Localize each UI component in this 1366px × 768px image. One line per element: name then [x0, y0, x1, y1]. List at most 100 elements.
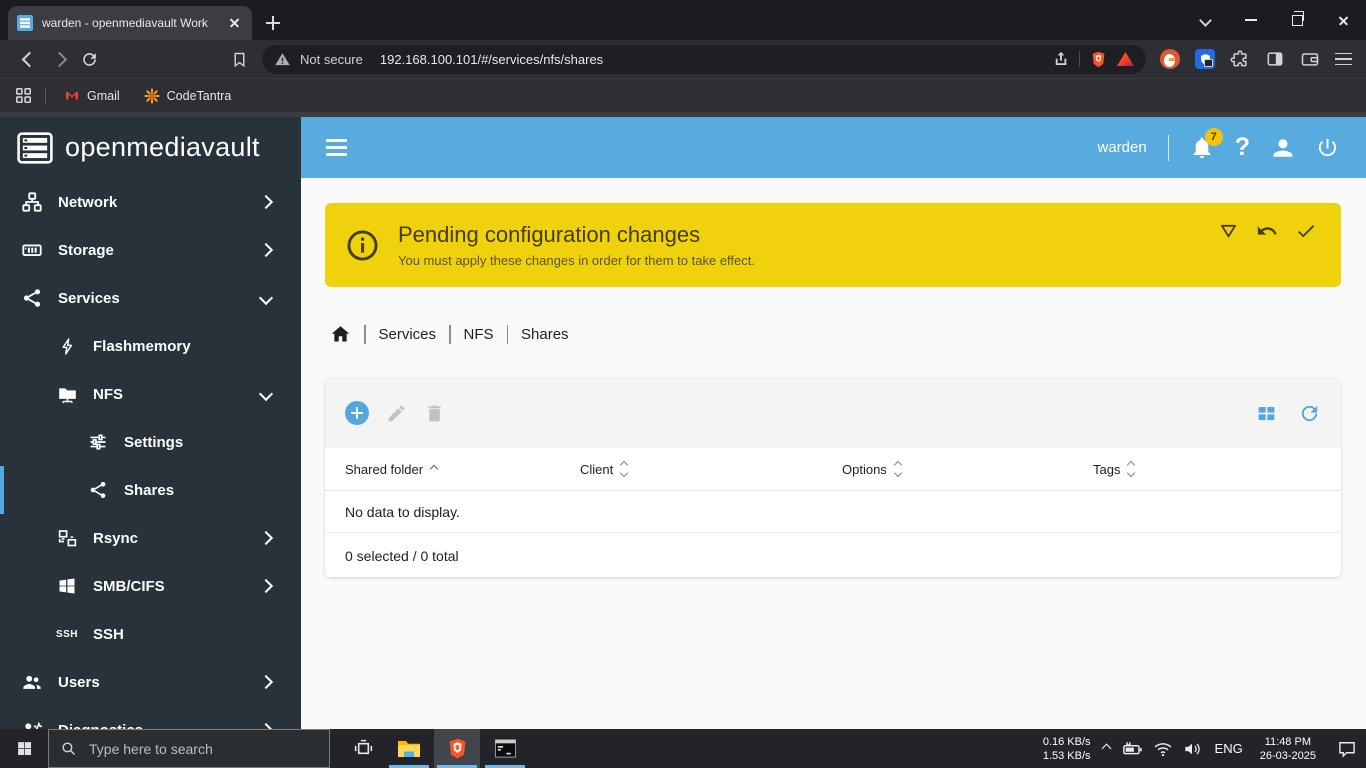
- share-page-icon[interactable]: [1052, 50, 1070, 68]
- sidebar-item-nfs-shares[interactable]: Shares: [0, 466, 301, 514]
- notifications-button[interactable]: 7: [1190, 127, 1223, 160]
- bookmark-icon[interactable]: [224, 51, 254, 68]
- home-icon[interactable]: [330, 324, 351, 345]
- privacy-shield-extension-icon[interactable]: [1195, 49, 1215, 69]
- column-header-tags[interactable]: Tags: [1093, 460, 1341, 478]
- help-icon[interactable]: ?: [1235, 135, 1250, 160]
- url-bar[interactable]: Not secure 192.168.100.101/#/services/nf…: [262, 44, 1146, 74]
- breadcrumb-services[interactable]: Services: [379, 326, 437, 343]
- bookmarks-separator: [45, 86, 46, 105]
- back-icon[interactable]: [14, 51, 44, 67]
- sidebar-item-users[interactable]: Users: [0, 658, 301, 706]
- sidebar: openmediavault Network Storage Services …: [0, 117, 301, 729]
- sidebar-item-nfs-settings[interactable]: Settings: [0, 418, 301, 466]
- new-tab-button[interactable]: [260, 10, 286, 36]
- duckduckgo-extension-icon[interactable]: [1160, 49, 1180, 69]
- shares-table-card: Shared folder Client Options Tags No dat…: [325, 378, 1341, 577]
- banner-subtitle: You must apply these changes in order fo…: [398, 253, 755, 268]
- apps-grid-icon[interactable]: [14, 86, 33, 105]
- breadcrumb-separator: [364, 325, 366, 344]
- sidebar-toggle-icon[interactable]: [1265, 49, 1285, 69]
- search-icon: [62, 742, 76, 756]
- brave-shield-icon[interactable]: [1089, 50, 1108, 69]
- volume-icon[interactable]: [1182, 739, 1202, 759]
- sidebar-item-rsync[interactable]: Rsync: [0, 514, 301, 562]
- bookmark-gmail[interactable]: Gmail: [58, 88, 126, 104]
- tray-expand-icon[interactable]: [1101, 743, 1111, 754]
- user-menu-button[interactable]: [1271, 136, 1295, 160]
- extensions-puzzle-icon[interactable]: [1230, 49, 1250, 69]
- sidebar-item-diagnostics[interactable]: Diagnostics: [0, 706, 301, 729]
- columns-icon[interactable]: [1256, 403, 1277, 424]
- browser-menu-icon[interactable]: [1335, 52, 1352, 66]
- action-center-icon[interactable]: [1337, 739, 1357, 759]
- table-header-row: Shared folder Client Options Tags: [325, 448, 1341, 491]
- main-content: Pending configuration changes You must a…: [301, 178, 1366, 729]
- column-header-shared-folder[interactable]: Shared folder: [325, 462, 580, 477]
- task-view-button[interactable]: [340, 729, 386, 768]
- restore-button[interactable]: [1274, 0, 1320, 40]
- power-icon: [1318, 138, 1337, 157]
- table-toolbar: [325, 378, 1341, 448]
- file-explorer-icon: [398, 740, 420, 757]
- app-header: warden 7 ?: [301, 117, 1366, 178]
- bookmark-codetantra[interactable]: CodeTantra: [138, 87, 238, 104]
- start-button[interactable]: [0, 729, 48, 768]
- windows-start-icon: [17, 742, 31, 756]
- show-diff-button[interactable]: [1218, 221, 1239, 242]
- sort-both-icon: [620, 460, 629, 478]
- gmail-icon: [66, 91, 78, 100]
- tab-title: warden - openmediavault Work: [42, 16, 208, 30]
- tab-close-icon[interactable]: [227, 15, 243, 31]
- breadcrumb-shares[interactable]: Shares: [521, 326, 569, 343]
- sidebar-item-flashmemory[interactable]: Flashmemory: [0, 322, 301, 370]
- forward-icon[interactable]: [44, 51, 74, 67]
- share-nodes-icon: [20, 287, 44, 309]
- check-icon: [1298, 225, 1315, 238]
- brave-rewards-icon[interactable]: [1117, 52, 1134, 66]
- taskbar-search[interactable]: [48, 729, 330, 768]
- sidebar-nav: Network Storage Services Flashmemory NFS…: [0, 178, 301, 729]
- network-icon: [20, 191, 44, 213]
- sidebar-item-services[interactable]: Services: [0, 274, 301, 322]
- wifi-icon[interactable]: [1153, 739, 1173, 759]
- minimize-button[interactable]: [1228, 0, 1274, 40]
- file-explorer-button[interactable]: [386, 729, 432, 768]
- delete-icon[interactable]: [424, 403, 445, 424]
- reload-icon[interactable]: [74, 50, 104, 69]
- apply-button[interactable]: [1295, 220, 1317, 242]
- hamburger-icon[interactable]: [326, 139, 347, 156]
- power-button[interactable]: [1316, 136, 1339, 159]
- diagnostics-icon: [20, 719, 44, 729]
- battery-icon[interactable]: [1122, 738, 1144, 760]
- browser-tab[interactable]: warden - openmediavault Work: [8, 6, 252, 40]
- command-prompt-button[interactable]: [482, 729, 528, 768]
- brave-browser-button[interactable]: [434, 729, 480, 768]
- refresh-icon[interactable]: [1298, 402, 1321, 425]
- taskbar-search-input[interactable]: [87, 739, 318, 758]
- language-indicator[interactable]: ENG: [1215, 741, 1243, 756]
- tune-icon: [86, 432, 110, 452]
- revert-button[interactable]: [1256, 220, 1278, 242]
- chevron-right-icon: [258, 194, 274, 210]
- sidebar-item-smb-cifs[interactable]: SMB/CIFS: [0, 562, 301, 610]
- clock[interactable]: 11:48 PM 26-03-2025: [1260, 735, 1316, 763]
- add-icon[interactable]: [345, 401, 369, 425]
- column-header-options[interactable]: Options: [842, 460, 1093, 478]
- chevron-down-icon: [258, 290, 274, 306]
- sidebar-item-storage[interactable]: Storage: [0, 226, 301, 274]
- sidebar-item-nfs[interactable]: NFS: [0, 370, 301, 418]
- tab-search-chevron-icon[interactable]: [1199, 13, 1212, 27]
- command-prompt-icon: [494, 739, 516, 758]
- sidebar-item-network[interactable]: Network: [0, 178, 301, 226]
- omv-server-icon: [17, 131, 53, 164]
- network-speed: 0.16 KB/s 1.53 KB/s: [1042, 735, 1091, 762]
- column-header-client[interactable]: Client: [580, 460, 842, 478]
- info-icon: [345, 228, 380, 263]
- breadcrumb-nfs[interactable]: NFS: [464, 326, 494, 343]
- table-footer: 0 selected / 0 total: [345, 547, 459, 564]
- edit-icon[interactable]: [386, 403, 407, 424]
- close-window-button[interactable]: [1320, 0, 1366, 40]
- sidebar-item-ssh[interactable]: SSH SSH: [0, 610, 301, 658]
- wallet-icon[interactable]: [1300, 49, 1320, 69]
